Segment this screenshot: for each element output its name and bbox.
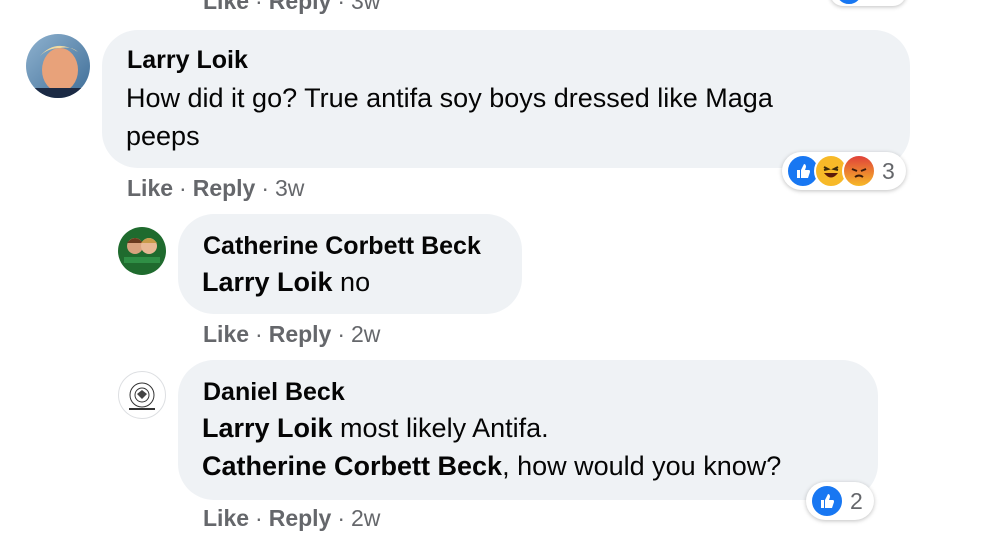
separator: · xyxy=(255,0,263,14)
comment-text: Larry Loik no xyxy=(202,263,370,301)
separator: · xyxy=(255,321,263,347)
comment-text: Catherine Corbett Beck, how would you kn… xyxy=(202,447,781,485)
like-button[interactable]: Like xyxy=(203,0,249,14)
comment-text-body: most likely Antifa. xyxy=(332,413,549,443)
comment-text-body: no xyxy=(332,267,371,297)
comment-text: peeps xyxy=(126,121,200,151)
seal-icon xyxy=(129,382,155,410)
timestamp[interactable]: 3w xyxy=(275,175,304,201)
haha-face xyxy=(823,166,839,178)
reply-button[interactable]: Reply xyxy=(269,321,332,347)
comment-text: How did it go? True antifa soy boys dres… xyxy=(126,83,773,113)
comment-actions: Like · Reply · 2w xyxy=(203,321,380,348)
like-button[interactable]: Like xyxy=(203,505,249,531)
separator: · xyxy=(179,175,187,201)
like-button[interactable]: Like xyxy=(127,175,173,201)
thumbs-up-glyph xyxy=(797,164,810,178)
comment-actions-top: Like · Reply · 3w xyxy=(203,0,380,15)
avatar-image xyxy=(26,34,90,98)
separator: · xyxy=(337,505,346,531)
comment-text: Larry Loik most likely Antifa. xyxy=(202,409,549,447)
angry-icon xyxy=(842,154,876,188)
mention-link[interactable]: Catherine Corbett Beck xyxy=(202,451,502,481)
like-icon xyxy=(834,0,864,6)
avatar-daniel-beck[interactable] xyxy=(118,371,166,419)
timestamp[interactable]: 3w xyxy=(351,0,380,14)
mention-link[interactable]: Larry Loik xyxy=(202,413,333,443)
reply-button[interactable]: Reply xyxy=(269,0,332,14)
comment-actions: Like · Reply · 3w xyxy=(127,175,304,202)
timestamp[interactable]: 2w xyxy=(351,321,380,347)
comment-actions: Like · Reply · 2w xyxy=(203,505,380,532)
timestamp[interactable]: 2w xyxy=(351,505,380,531)
avatar-catherine-corbett-beck[interactable] xyxy=(118,227,166,275)
separator: · xyxy=(337,0,346,14)
avatar-larry-loik[interactable] xyxy=(26,34,90,98)
angry-face xyxy=(851,168,867,178)
like-icon xyxy=(810,484,844,518)
reaction-summary-top[interactable] xyxy=(830,0,906,6)
separator: · xyxy=(261,175,270,201)
separator: · xyxy=(337,321,346,347)
comment-author[interactable]: Catherine Corbett Beck xyxy=(203,232,481,261)
thumbs-up-glyph xyxy=(821,494,834,508)
separator: · xyxy=(255,505,263,531)
reply-button[interactable]: Reply xyxy=(193,175,256,201)
like-button[interactable]: Like xyxy=(203,321,249,347)
reaction-count: 3 xyxy=(882,157,895,184)
comment-text-body: , how would you know? xyxy=(502,451,782,481)
reaction-summary[interactable]: 2 xyxy=(806,482,874,520)
reaction-summary[interactable]: 3 xyxy=(782,152,906,190)
reaction-count: 2 xyxy=(850,487,863,514)
reply-button[interactable]: Reply xyxy=(269,505,332,531)
avatar-image xyxy=(118,227,166,275)
comment-author[interactable]: Daniel Beck xyxy=(203,378,345,407)
comment-author[interactable]: Larry Loik xyxy=(127,46,248,75)
mention-link[interactable]: Larry Loik xyxy=(202,267,333,297)
